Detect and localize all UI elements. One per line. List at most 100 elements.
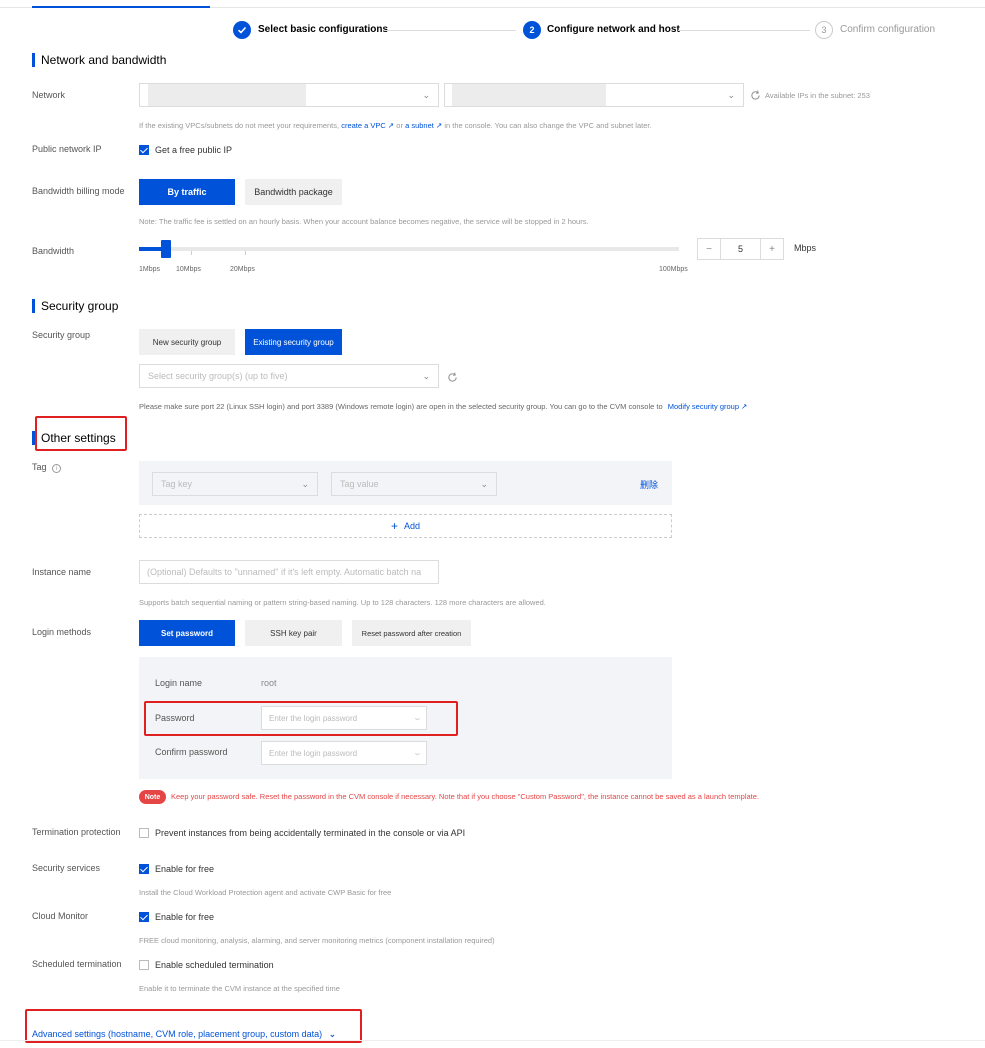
refresh-icon[interactable] <box>750 90 761 101</box>
add-tag-button[interactable]: + Add <box>139 514 672 538</box>
existing-security-group-button[interactable]: Existing security group <box>245 329 342 355</box>
password-note-text: Keep your password safe. Reset the passw… <box>171 792 759 801</box>
tag-label-text: Tag <box>32 462 47 472</box>
confirm-password-input[interactable]: Enter the login password ⌣ <box>261 741 427 765</box>
external-link-icon: ↗ <box>387 121 395 130</box>
available-ips-text: Available IPs in the subnet: 253 <box>765 91 870 100</box>
instance-name-input[interactable]: (Optional) Defaults to "unnamed" if it's… <box>139 560 439 584</box>
step-3-number: 3 <box>815 21 833 39</box>
security-services-label: Security services <box>32 863 101 873</box>
public-ip-label: Public network IP <box>32 144 102 154</box>
login-name-value: root <box>261 678 277 688</box>
security-group-select[interactable]: Select security group(s) (up to five) ⌄ <box>139 364 439 388</box>
cloud-monitor-hint: FREE cloud monitoring, analysis, alarmin… <box>139 936 495 945</box>
vpc-hint: If the existing VPCs/subnets do not meet… <box>139 121 652 130</box>
termination-protection-label: Termination protection <box>32 827 121 837</box>
vpc-hint-prefix: If the existing VPCs/subnets do not meet… <box>139 121 340 130</box>
instance-name-hint: Supports batch sequential naming or patt… <box>139 598 546 607</box>
bandwidth-stepper: − 5 + <box>697 238 784 260</box>
bottom-divider <box>0 1040 985 1041</box>
chevron-down-icon: ⌄ <box>422 371 430 381</box>
top-active-indicator <box>32 6 210 8</box>
tag-label: Tag i <box>32 462 62 473</box>
bandwidth-package-button[interactable]: Bandwidth package <box>245 179 342 205</box>
bandwidth-slider-track[interactable] <box>139 247 679 251</box>
by-traffic-button[interactable]: By traffic <box>139 179 235 205</box>
reset-password-after-creation-button[interactable]: Reset password after creation <box>352 620 471 646</box>
security-services-checkbox[interactable] <box>139 864 149 874</box>
chevron-down-icon: ⌄ <box>422 90 430 100</box>
instance-name-label: Instance name <box>32 567 92 577</box>
section-network-title: Network and bandwidth <box>32 53 166 67</box>
delete-tag-link[interactable]: 删除 <box>640 478 658 491</box>
step-3-label: Confirm configuration <box>840 24 936 35</box>
refresh-icon[interactable] <box>447 372 458 383</box>
security-group-hint: Please make sure port 22 (Linux SSH logi… <box>139 402 747 411</box>
scheduled-termination-text: Enable scheduled termination <box>155 960 274 970</box>
termination-protection-text: Prevent instances from being accidentall… <box>155 828 466 838</box>
or-text: or <box>396 121 403 130</box>
vpc-redacted <box>148 84 306 106</box>
cloud-monitor-checkbox[interactable] <box>139 912 149 922</box>
security-services-text: Enable for free <box>155 864 215 874</box>
security-group-hint-text: Please make sure port 22 (Linux SSH logi… <box>139 402 663 411</box>
external-link-icon: ↗ <box>435 121 443 130</box>
chevron-down-icon: ⌄ <box>301 479 309 489</box>
bandwidth-label: Bandwidth <box>32 246 75 256</box>
confirm-password-label: Confirm password <box>155 747 228 757</box>
eye-closed-icon[interactable]: ⌣ <box>415 749 420 759</box>
login-methods-label: Login methods <box>32 627 92 637</box>
tick-label: 1Mbps <box>139 266 161 273</box>
slider-tick <box>245 251 246 255</box>
billing-mode-label: Bandwidth billing mode <box>32 186 125 196</box>
public-ip-checkbox-label: Get a free public IP <box>155 145 233 155</box>
increment-button[interactable]: + <box>761 239 783 259</box>
step-1-check-icon <box>233 21 251 39</box>
info-icon[interactable]: i <box>52 464 62 473</box>
note-badge: Note <box>139 790 166 804</box>
step-connector <box>384 30 516 31</box>
tag-value-placeholder: Tag value <box>340 479 379 489</box>
tick-label: 10Mbps <box>176 266 201 273</box>
scheduled-termination-label: Scheduled termination <box>32 959 122 969</box>
step-1-label: Select basic configurations <box>258 24 389 35</box>
termination-protection-checkbox[interactable] <box>139 828 149 838</box>
highlight-box-advanced <box>25 1009 362 1043</box>
public-ip-checkbox[interactable] <box>139 145 149 155</box>
ssh-key-pair-button[interactable]: SSH key pair <box>245 620 342 646</box>
billing-note: Note: The traffic fee is settled on an h… <box>139 217 589 226</box>
tag-key-select[interactable]: Tag key ⌄ <box>152 472 318 496</box>
create-vpc-link[interactable]: create a VPC <box>341 121 386 130</box>
scheduled-termination-hint: Enable it to terminate the CVM instance … <box>139 984 340 993</box>
plus-icon: + <box>390 519 398 533</box>
set-password-button[interactable]: Set password <box>139 620 235 646</box>
new-security-group-button[interactable]: New security group <box>139 329 235 355</box>
security-group-label: Security group <box>32 330 91 340</box>
slider-tick <box>191 251 192 255</box>
vpc-hint-suffix: in the console. You can also change the … <box>444 121 652 130</box>
bandwidth-unit: Mbps <box>794 243 817 253</box>
security-group-placeholder: Select security group(s) (up to five) <box>148 371 288 381</box>
step-connector <box>678 30 810 31</box>
modify-security-group-link[interactable]: Modify security group <box>668 402 739 411</box>
add-tag-label: Add <box>404 521 421 531</box>
tag-key-placeholder: Tag key <box>161 479 193 489</box>
subnet-redacted <box>452 84 606 106</box>
tick-label: 100Mbps <box>659 266 688 273</box>
create-subnet-link[interactable]: a subnet <box>405 121 434 130</box>
bandwidth-value[interactable]: 5 <box>720 239 761 259</box>
tag-value-select[interactable]: Tag value ⌄ <box>331 472 497 496</box>
chevron-down-icon: ⌄ <box>480 479 488 489</box>
external-link-icon: ↗ <box>741 402 748 411</box>
decrement-button[interactable]: − <box>698 239 720 259</box>
bandwidth-slider-handle[interactable] <box>161 240 171 258</box>
highlight-box-password <box>144 701 458 736</box>
cloud-monitor-text: Enable for free <box>155 912 215 922</box>
highlight-box-other-settings <box>35 416 127 451</box>
security-services-hint: Install the Cloud Workload Protection ag… <box>139 888 392 897</box>
confirm-password-placeholder: Enter the login password <box>269 748 358 758</box>
scheduled-termination-checkbox[interactable] <box>139 960 149 970</box>
step-2-number: 2 <box>523 21 541 39</box>
login-name-label: Login name <box>155 678 203 688</box>
chevron-down-icon: ⌄ <box>727 90 735 100</box>
